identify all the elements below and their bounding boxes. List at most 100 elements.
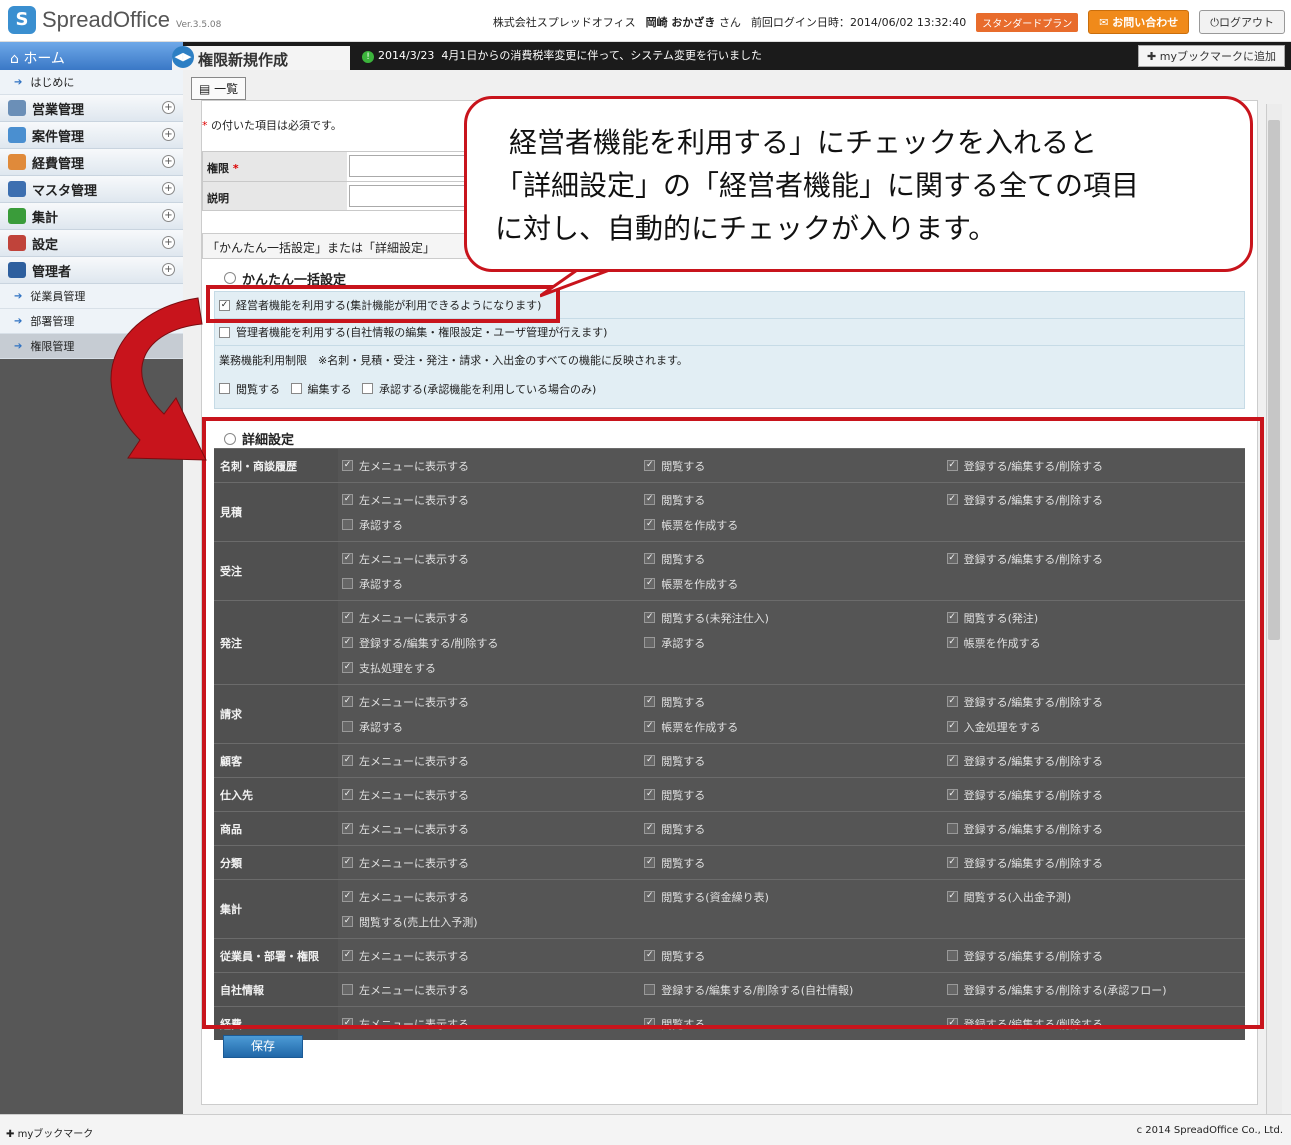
easy-perm-row: 閲覧する 編集する 承認する(承認機能を利用している場合のみ) [215,373,1244,400]
news-ticker[interactable]: ! 2014/3/23 4月1日からの消費税率変更に伴って、システム変更を行いまし… [362,47,762,63]
easy-row-label: 業務機能利用制限 ※名刺・見積・受注・発注・請求・入出金のすべての機能に反映され… [219,353,688,367]
sidebar-menu-label: 経費管理 [32,156,85,172]
copyright: c 2014 SpreadOffice Co., Ltd. [1136,1125,1283,1136]
list-button[interactable]: ▤ 一覧 [191,77,247,100]
sidebar-menu-label: 管理者 [32,264,72,280]
required-note: * の付いた項目は必須です。 [202,117,342,133]
title-bar: ⌂ ホーム 権限新規作成 ◀▶ ! 2014/3/23 4月1日からの消費税率変更… [0,42,1291,70]
required-note-text: の付いた項目は必須です。 [211,119,342,132]
sidebar-item-label: 権限管理 [30,340,75,353]
checkbox-admin[interactable] [219,326,230,338]
logo-icon: S [8,6,36,34]
menu-icon [8,235,26,251]
toggle-menu-icon[interactable]: ◀▶ [172,46,194,68]
menu-icon [8,127,26,143]
home-tab[interactable]: ⌂ ホーム [0,42,183,70]
checkbox-approve[interactable] [362,383,373,394]
sidebar-item-label: 部署管理 [30,315,75,328]
app-logo[interactable]: S SpreadOffice Ver.3.5.08 [8,6,221,34]
callout-line-2: 「詳細設定」の「経営者機能」に関する全ての項目 [495,169,1140,202]
easy-row-admin[interactable]: 管理者機能を利用する(自社情報の編集・権限設定・ユーザ管理が行えます) [215,319,1244,346]
info-icon: ! [362,51,374,63]
bookmark-icon: ✚ [6,1129,15,1140]
arrow-icon: ➔ [14,290,23,302]
news-date: 2014/3/23 [378,49,435,62]
company-name: 株式会社スプレッドオフィス [492,16,636,29]
list-icon: ▤ [199,82,211,96]
page-title: 権限新規作成 [172,46,350,70]
callout-line-3: に対し、自動的にチェックが入ります。 [495,212,997,245]
callout-tail [540,268,616,298]
contact-button[interactable]: ✉ お問い合わせ [1088,10,1190,34]
perm-view-label: 閲覧する [236,382,280,396]
expand-icon[interactable]: + [162,209,175,222]
bookmark-add-icon: ✚ [1147,50,1157,63]
menu-icon [8,208,26,224]
menu-icon [8,181,26,197]
sidebar-menu-item[interactable]: マスタ管理 + [0,176,183,203]
last-login-time: 2014/06/02 13:32:40 [849,16,967,29]
logo-text: SpreadOffice [42,7,171,32]
power-icon: ⏻ [1210,16,1219,29]
callout-bubble: 経営者機能を利用する」にチェックを入れると 「詳細設定」の「経営者機能」に関する… [464,96,1253,272]
expand-icon[interactable]: + [162,236,175,249]
mode-select-bar: 「かんたん一括設定」または「詳細設定」 [202,233,482,259]
sidebar-menu-item[interactable]: 設定 + [0,230,183,257]
sidebar-menu-label: 営業管理 [32,102,85,118]
bookmark-add-button[interactable]: ✚ myブックマークに追加 [1138,45,1285,67]
top-header: S SpreadOffice Ver.3.5.08 株式会社スプレッドオフィス … [0,0,1291,42]
expand-icon[interactable]: + [162,128,175,141]
arrow-icon: ➔ [14,315,23,327]
sidebar: ➔ はじめに 営業管理 + 案件管理 + 経費管理 + マスタ管理 + 集計 + 設定 + 管理者 + ➔ 従… [0,70,183,1114]
form-row-desc: 説明 [202,181,502,211]
easy-row-label: 管理者機能を利用する(自社情報の編集・権限設定・ユーザ管理が行えます) [236,326,608,339]
highlight-detail-settings [202,417,1264,1029]
bookmark-add-label: myブックマークに追加 [1159,50,1276,63]
contact-label: お問い合わせ [1112,16,1179,29]
footer-bookmark[interactable]: ✚ myブックマーク [6,1125,93,1140]
sidebar-menu-item[interactable]: 管理者 + [0,257,183,284]
user-suffix: さん [718,16,741,29]
menu-icon [8,262,26,278]
curved-arrow-icon [110,297,207,461]
last-login: 前回ログイン日時：2014/06/02 13:32:40 [751,14,966,30]
menu-icon [8,154,26,170]
scrollbar-thumb[interactable] [1268,120,1280,640]
radio-icon [224,272,236,284]
save-button[interactable]: 保存 [223,1035,303,1058]
field-label-desc: 説明 [207,192,229,205]
home-icon: ⌂ [10,51,19,67]
sidebar-menu-label: 集計 [32,210,59,226]
sidebar-menu-label: 設定 [32,237,59,253]
expand-icon[interactable]: + [162,182,175,195]
user-info: 岡崎 おかざき さん [646,14,741,30]
footer-bookmark-label: myブックマーク [17,1129,94,1140]
user-name: 岡崎 おかざき [645,16,716,29]
checkbox-edit[interactable] [290,383,302,394]
home-label: ホーム [23,51,65,67]
sidebar-item-intro[interactable]: ➔ はじめに [0,70,183,95]
required-star: * [202,119,208,132]
form-row-name: 権限 * [202,151,502,181]
checkbox-view[interactable] [219,383,230,394]
sidebar-item-label: 従業員管理 [30,290,86,303]
menu-icon [8,100,26,116]
sidebar-menu-item[interactable]: 経費管理 + [0,149,183,176]
news-text: 4月1日からの消費税率変更に伴って、システム変更を行いました [441,49,762,62]
expand-icon[interactable]: + [162,101,175,114]
highlight-executive-checkbox [206,285,560,323]
basic-form: 権限 * 説明 [202,151,502,211]
callout-line-1: 経営者機能を利用する」にチェックを入れると [509,126,1098,159]
arrow-icon: ➔ [14,340,23,352]
sidebar-menu-item[interactable]: 案件管理 + [0,122,183,149]
sidebar-menu-item[interactable]: 集計 + [0,203,183,230]
sidebar-menu-label: マスタ管理 [32,183,98,199]
logout-button[interactable]: ⏻ログアウト [1199,10,1285,34]
expand-icon[interactable]: + [162,155,175,168]
footer: ✚ myブックマーク c 2014 SpreadOffice Co., Ltd. [0,1114,1291,1145]
sidebar-menu-item[interactable]: 営業管理 + [0,95,183,122]
perm-edit-label: 編集する [307,382,352,396]
required-star: * [232,162,239,175]
expand-icon[interactable]: + [162,263,175,276]
arrow-icon: ➔ [14,76,23,88]
